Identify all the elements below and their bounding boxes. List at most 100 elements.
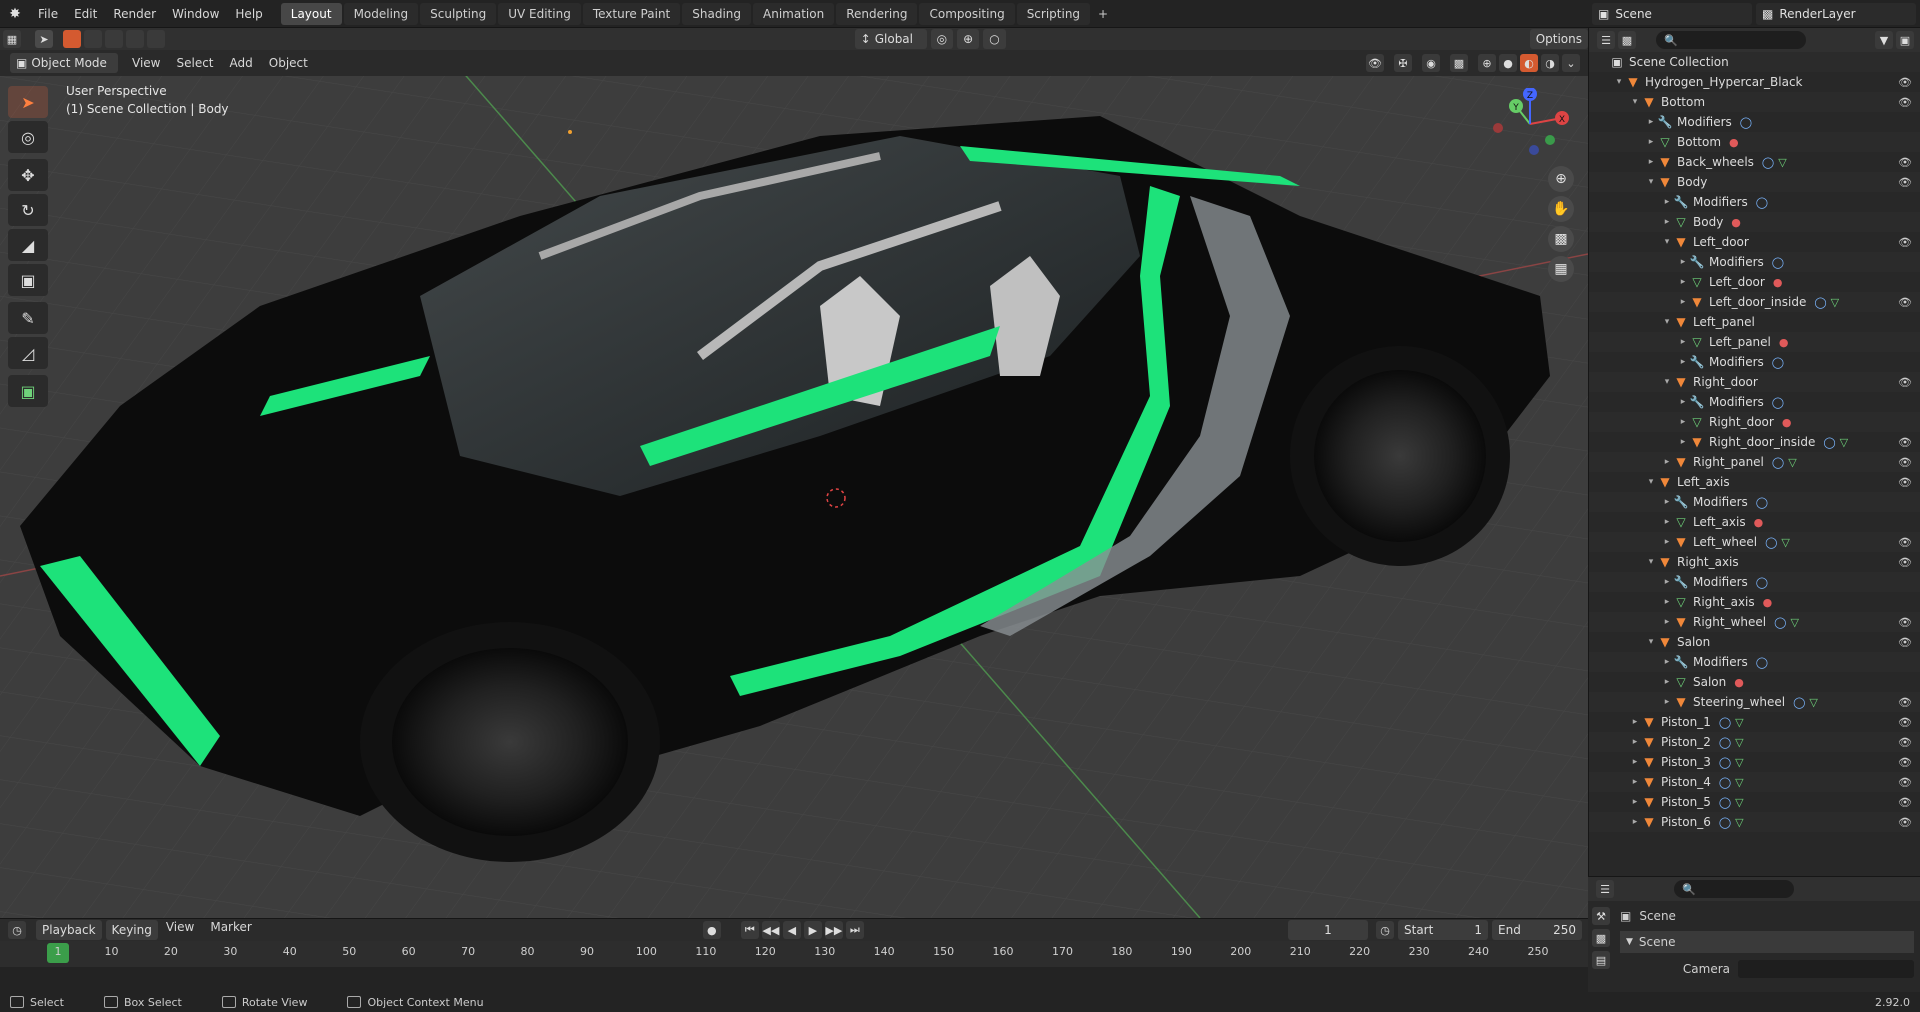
outliner-row[interactable]: ▸ ▽ Body ● [1589, 212, 1920, 232]
add-cube-tool[interactable]: ▣ [8, 375, 48, 407]
visibility-eye-icon[interactable]: 👁 [1898, 296, 1912, 309]
workspace-tab-animation[interactable]: Animation [753, 2, 835, 25]
expanded-arrow-icon[interactable]: ▾ [1645, 477, 1657, 487]
ortho-grid-icon[interactable]: ▦ [1548, 256, 1574, 282]
outliner-row[interactable]: ▾ ▼ Salon 👁 [1589, 632, 1920, 652]
workspace-tab-shading[interactable]: Shading [682, 2, 751, 25]
outliner-row[interactable]: ▸ ▼ Piston_1 ◯ ▽ 👁 [1589, 712, 1920, 732]
expanded-arrow-icon[interactable]: ▾ [1645, 557, 1657, 567]
visibility-eye-icon[interactable]: 👁 [1898, 696, 1912, 709]
xray-toggle-icon[interactable]: ▩ [1450, 54, 1468, 72]
material-icon[interactable]: ● [1731, 216, 1741, 229]
menu-file[interactable]: File [30, 0, 66, 28]
expanded-arrow-icon[interactable]: ▾ [1629, 97, 1641, 107]
collapsed-arrow-icon[interactable]: ▸ [1661, 657, 1673, 667]
menu-help[interactable]: Help [227, 0, 270, 28]
zoom-icon[interactable]: ⊕ [1548, 166, 1574, 192]
outliner-row[interactable]: ▸ ▼ Left_door_inside ◯ ▽ 👁 [1589, 292, 1920, 312]
mesh-data-icon[interactable]: ▽ [1778, 156, 1786, 169]
preview-range-icon[interactable]: ◷ [1376, 921, 1394, 939]
workspace-tab-layout[interactable]: Layout [280, 2, 342, 25]
gizmo-neg-z[interactable] [1529, 145, 1539, 155]
mesh-data-icon[interactable]: ▽ [1735, 816, 1743, 829]
scale-tool[interactable]: ◢ [8, 229, 48, 261]
start-frame-field[interactable]: Start 1 [1398, 920, 1488, 940]
select-box-tool[interactable]: ➤ [8, 86, 48, 118]
collapsed-arrow-icon[interactable]: ▸ [1661, 457, 1673, 467]
outliner-row[interactable]: ▸ ▽ Right_axis ● [1589, 592, 1920, 612]
visibility-eye-icon[interactable]: 👁 [1898, 556, 1912, 569]
outliner-row[interactable]: ▸ 🔧 Modifiers ◯ [1589, 112, 1920, 132]
filter-icon[interactable]: ▼ [1875, 31, 1893, 49]
select-mode-extend-icon[interactable] [84, 30, 102, 48]
mesh-data-icon[interactable]: ▽ [1735, 756, 1743, 769]
visibility-eye-icon[interactable]: 👁 [1898, 636, 1912, 649]
output-tab-icon[interactable]: ▤ [1592, 951, 1610, 969]
outliner-row[interactable]: ▾ ▼ Right_axis 👁 [1589, 552, 1920, 572]
record-icon[interactable]: ● [702, 921, 721, 939]
mesh-data-icon[interactable]: ▽ [1735, 796, 1743, 809]
rotate-tool[interactable]: ↻ [8, 194, 48, 226]
viewport-menu-add[interactable]: Add [222, 56, 261, 70]
collapsed-arrow-icon[interactable]: ▸ [1677, 397, 1689, 407]
pivot-point-dropdown[interactable]: ◎ [930, 29, 954, 49]
move-tool[interactable]: ✥ [8, 159, 48, 191]
visibility-eye-icon[interactable]: 👁 [1898, 756, 1912, 769]
outliner-row[interactable]: ▾ ▼ Hydrogen_Hypercar_Black 👁 [1589, 72, 1920, 92]
viewport-menu-view[interactable]: View [124, 56, 168, 70]
workspace-tab-scripting[interactable]: Scripting [1016, 2, 1091, 25]
viewport-menu-select[interactable]: Select [168, 56, 221, 70]
expanded-arrow-icon[interactable]: ▾ [1613, 77, 1625, 87]
modifier-icon[interactable]: ◯ [1772, 456, 1784, 469]
outliner-row[interactable]: ▸ 🔧 Modifiers ◯ [1589, 492, 1920, 512]
collapsed-arrow-icon[interactable]: ▸ [1661, 617, 1673, 627]
options-dropdown[interactable]: Options [1529, 29, 1588, 49]
outliner-row[interactable]: ▸ ▼ Steering_wheel ◯ ▽ 👁 [1589, 692, 1920, 712]
visibility-eye-icon[interactable]: 👁 [1898, 536, 1912, 549]
properties-search-input[interactable]: 🔍 [1674, 880, 1794, 898]
outliner-row[interactable]: ▸ 🔧 Modifiers ◯ [1589, 252, 1920, 272]
outliner-row[interactable]: ▸ ▼ Piston_3 ◯ ▽ 👁 [1589, 752, 1920, 772]
outliner-search-input[interactable]: 🔍 [1656, 31, 1806, 49]
transform-tool[interactable]: ▣ [8, 264, 48, 296]
viewport-menu-object[interactable]: Object [261, 56, 316, 70]
end-frame-field[interactable]: End 250 [1492, 920, 1582, 940]
workspace-tab-modeling[interactable]: Modeling [343, 2, 419, 25]
visibility-eye-icon[interactable]: 👁 [1898, 476, 1912, 489]
expanded-arrow-icon[interactable]: ▾ [1645, 177, 1657, 187]
workspace-tab-compositing[interactable]: Compositing [919, 2, 1015, 25]
prev-keyframe-icon[interactable]: ◀◀ [761, 921, 780, 939]
outliner-row[interactable]: ▸ ▼ Right_door_inside ◯ ▽ 👁 [1589, 432, 1920, 452]
mesh-data-icon[interactable]: ▽ [1735, 776, 1743, 789]
outliner-row[interactable]: ▾ ▼ Right_door 👁 [1589, 372, 1920, 392]
outliner-row[interactable]: ▸ ▼ Right_panel ◯ ▽ 👁 [1589, 452, 1920, 472]
snap-toggle[interactable]: ⊕ [957, 29, 980, 49]
collapsed-arrow-icon[interactable]: ▸ [1645, 137, 1657, 147]
collapsed-arrow-icon[interactable]: ▸ [1661, 677, 1673, 687]
material-icon[interactable]: ● [1782, 416, 1792, 429]
outliner-row[interactable]: ▸ 🔧 Modifiers ◯ [1589, 192, 1920, 212]
timeline-ruler[interactable]: 1 10 20 30 40 50 60 70 80 90 100 110 120 130 140 150 160… [0, 941, 1588, 967]
outliner-row[interactable]: ▸ ▽ Left_panel ● [1589, 332, 1920, 352]
outliner-row[interactable]: ▸ ▽ Left_door ● [1589, 272, 1920, 292]
shading-rendered-icon[interactable]: ◑ [1541, 54, 1559, 72]
menu-edit[interactable]: Edit [66, 0, 105, 28]
outliner-row[interactable]: ▸ 🔧 Modifiers ◯ [1589, 652, 1920, 672]
camera-view-icon[interactable]: ▩ [1548, 226, 1574, 252]
gizmo-toggle-icon[interactable]: ✠ [1394, 54, 1412, 72]
modifier-icon[interactable]: ◯ [1719, 716, 1731, 729]
timeline-track-area[interactable] [0, 967, 1588, 993]
collapsed-arrow-icon[interactable]: ▸ [1645, 157, 1657, 167]
outliner-row[interactable]: ▸ ▼ Piston_6 ◯ ▽ 👁 [1589, 812, 1920, 832]
modifier-icon[interactable]: ◯ [1756, 496, 1768, 509]
modifier-icon[interactable]: ◯ [1823, 436, 1835, 449]
visibility-eye-icon[interactable]: 👁 [1898, 76, 1912, 89]
expanded-arrow-icon[interactable]: ▾ [1661, 377, 1673, 387]
visibility-eye-icon[interactable]: 👁 [1898, 376, 1912, 389]
mesh-data-icon[interactable]: ▽ [1840, 436, 1848, 449]
tool-tab-icon[interactable]: ⚒ [1592, 907, 1610, 925]
collapsed-arrow-icon[interactable]: ▸ [1677, 297, 1689, 307]
workspace-tab-uv-editing[interactable]: UV Editing [498, 2, 581, 25]
mesh-data-icon[interactable]: ▽ [1788, 456, 1796, 469]
play-reverse-icon[interactable]: ◀ [782, 921, 801, 939]
